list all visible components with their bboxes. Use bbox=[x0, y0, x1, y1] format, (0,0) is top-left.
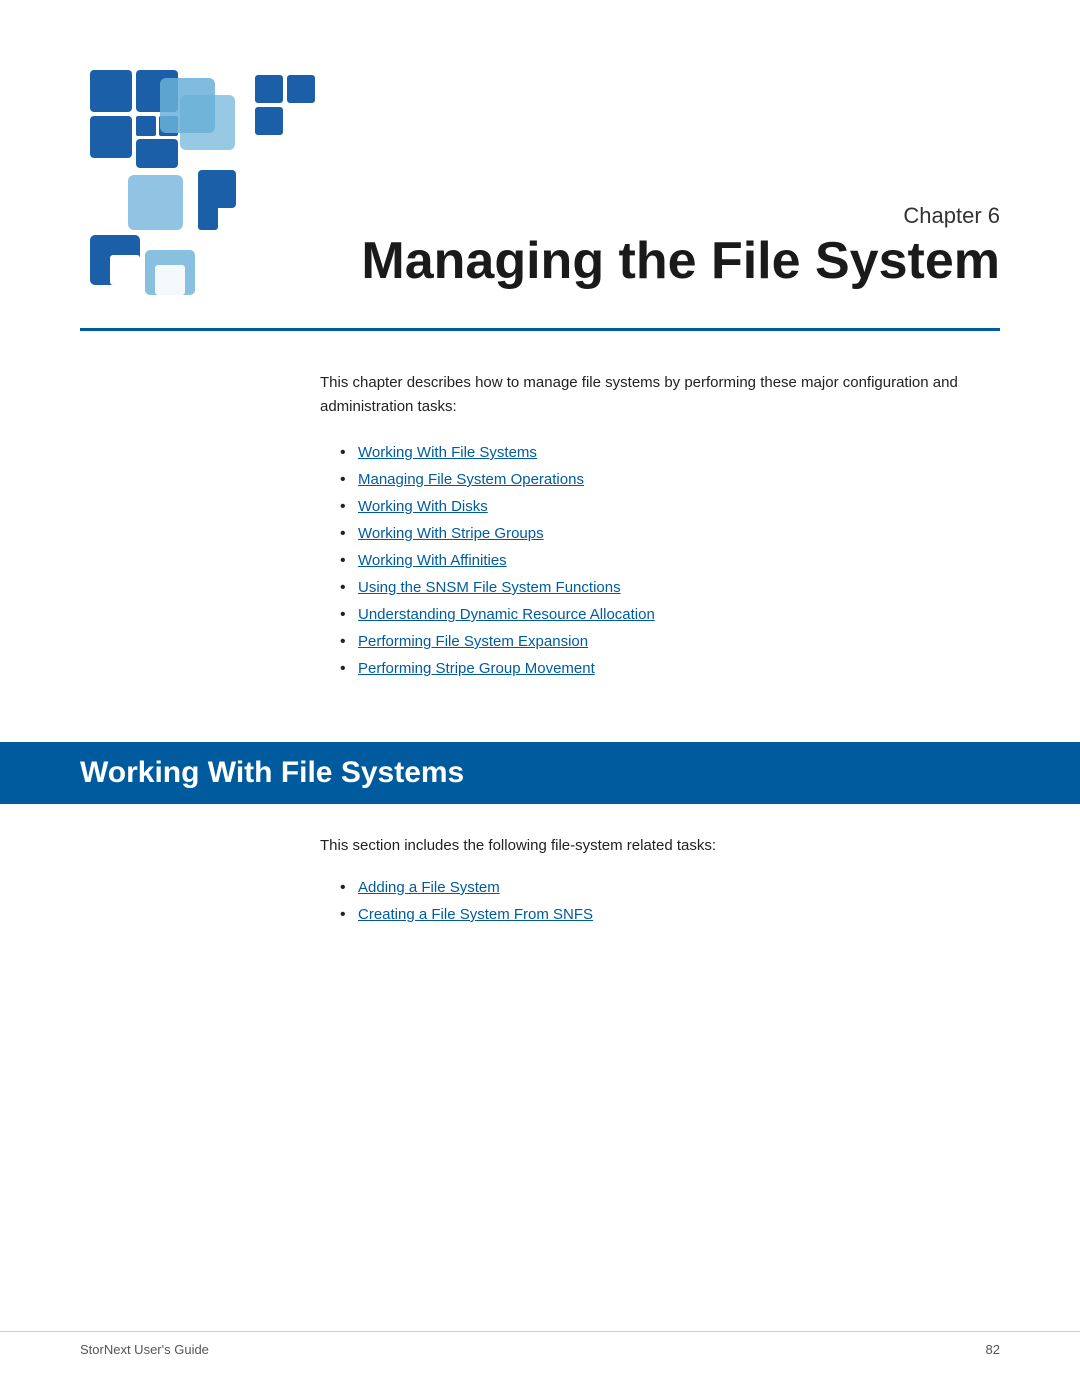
intro-paragraph: This chapter describes how to manage fil… bbox=[320, 371, 1000, 419]
section1-heading: Working With File Systems bbox=[80, 756, 464, 789]
page-container: Chapter 6 Managing the File System This … bbox=[0, 0, 1080, 1397]
toc-list-item: Working With Disks bbox=[340, 493, 1000, 520]
page-footer: StorNext User's Guide 82 bbox=[0, 1331, 1080, 1357]
toc-link[interactable]: Working With Disks bbox=[358, 498, 488, 515]
toc-list-item: Performing Stripe Group Movement bbox=[340, 655, 1000, 682]
toc-link[interactable]: Performing File System Expansion bbox=[358, 633, 588, 650]
toc-link[interactable]: Working With Affinities bbox=[358, 552, 507, 569]
toc-link[interactable]: Using the SNSM File System Functions bbox=[358, 579, 621, 596]
header-section: Chapter 6 Managing the File System bbox=[0, 0, 1080, 320]
chapter-title-area: Chapter 6 Managing the File System bbox=[340, 203, 1000, 300]
chapter-label: Chapter 6 bbox=[360, 203, 1000, 229]
section1-list: Adding a File System Creating a File Syst… bbox=[340, 874, 1000, 928]
section1-list-item: Adding a File System bbox=[340, 874, 1000, 901]
toc-list-item: Using the SNSM File System Functions bbox=[340, 574, 1000, 601]
section1-intro: This section includes the following file… bbox=[320, 834, 1000, 858]
toc-link[interactable]: Working With Stripe Groups bbox=[358, 525, 544, 542]
toc-link[interactable]: Managing File System Operations bbox=[358, 471, 584, 488]
toc-list-item: Managing File System Operations bbox=[340, 466, 1000, 493]
content-area: This chapter describes how to manage fil… bbox=[0, 331, 1080, 742]
toc-link[interactable]: Understanding Dynamic Resource Allocatio… bbox=[358, 606, 655, 623]
logo-area bbox=[80, 60, 340, 300]
section1-content: This section includes the following file… bbox=[0, 804, 1080, 988]
toc-link[interactable]: Performing Stripe Group Movement bbox=[358, 660, 595, 677]
toc-link[interactable]: Working With File Systems bbox=[358, 444, 537, 461]
toc-list: Working With File Systems Managing File S… bbox=[340, 439, 1000, 682]
section1-link[interactable]: Adding a File System bbox=[358, 879, 500, 896]
section1-list-item: Creating a File System From SNFS bbox=[340, 901, 1000, 928]
toc-list-item: Working With File Systems bbox=[340, 439, 1000, 466]
company-logo bbox=[80, 60, 340, 300]
section1-heading-block: Working With File Systems bbox=[0, 742, 1080, 804]
section1-link[interactable]: Creating a File System From SNFS bbox=[358, 906, 593, 923]
footer-page-number: 82 bbox=[986, 1342, 1000, 1357]
toc-list-item: Working With Stripe Groups bbox=[340, 520, 1000, 547]
toc-list-item: Performing File System Expansion bbox=[340, 628, 1000, 655]
toc-list-item: Understanding Dynamic Resource Allocatio… bbox=[340, 601, 1000, 628]
footer-product: StorNext User's Guide bbox=[80, 1342, 209, 1357]
toc-list-item: Working With Affinities bbox=[340, 547, 1000, 574]
chapter-main-title: Managing the File System bbox=[360, 233, 1000, 290]
